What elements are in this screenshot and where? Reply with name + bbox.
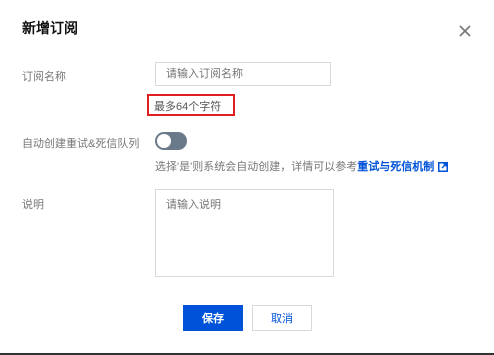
retry-dlq-toggle[interactable] xyxy=(155,132,187,150)
save-button[interactable]: 保存 xyxy=(183,305,243,331)
retry-description: 选择'是'则系统会自动创建，详情可以参考重试与死信机制 xyxy=(155,158,449,175)
retry-dlq-doc-link[interactable]: 重试与死信机制 xyxy=(357,161,434,173)
name-hint: 最多64个字符 xyxy=(154,101,222,113)
dialog-title: 新增订阅 xyxy=(22,20,78,36)
create-subscription-dialog: 新增订阅 订阅名称 最多64个字符 自动创建重试&死信队列 选择'是'则系统会自… xyxy=(0,0,494,355)
retry-description-text: 选择'是'则系统会自动创建，详情可以参考 xyxy=(155,161,358,173)
cancel-button[interactable]: 取消 xyxy=(252,305,312,331)
external-link-icon[interactable] xyxy=(438,162,449,175)
subscription-name-input[interactable] xyxy=(155,62,331,86)
description-label: 说明 xyxy=(22,199,44,211)
retry-label: 自动创建重试&死信队列 xyxy=(22,138,140,150)
name-label: 订阅名称 xyxy=(22,71,66,83)
description-textarea[interactable] xyxy=(155,189,334,277)
close-icon[interactable] xyxy=(458,24,472,38)
toggle-knob xyxy=(157,134,171,148)
